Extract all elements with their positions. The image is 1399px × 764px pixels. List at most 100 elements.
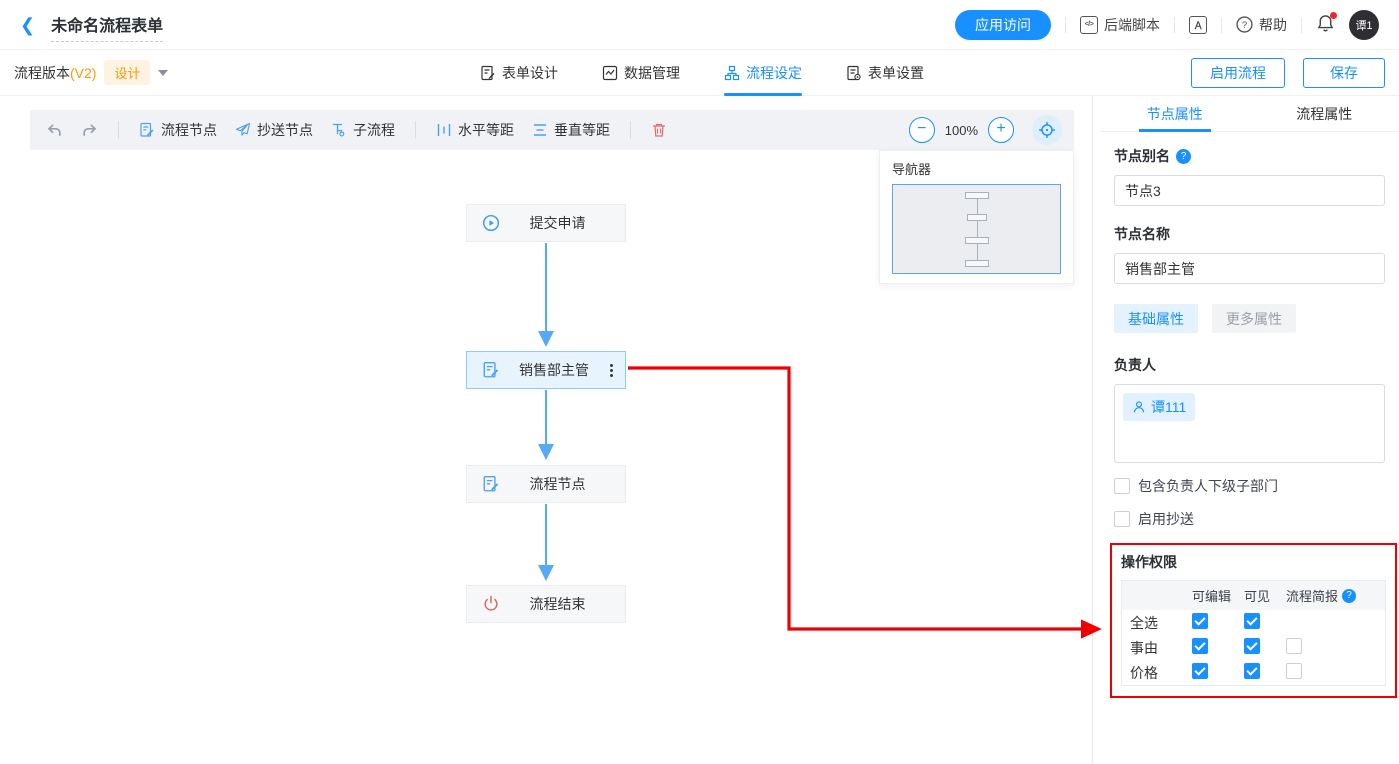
- backend-script-button[interactable]: </> 后端脚本: [1080, 15, 1160, 35]
- add-cc-node-button[interactable]: 抄送节点: [231, 120, 317, 140]
- tab-label: 表单设置: [868, 63, 924, 83]
- v-distribute-button[interactable]: 垂直等距: [528, 120, 614, 140]
- checkbox-price-visible[interactable]: [1244, 663, 1260, 679]
- person-icon: [1132, 400, 1146, 414]
- sub-dept-checkbox[interactable]: [1114, 478, 1130, 494]
- owner-box[interactable]: 谭111: [1114, 384, 1385, 463]
- brief-help-icon[interactable]: ?: [1342, 589, 1356, 603]
- property-buttons: 基础属性 更多属性: [1114, 304, 1385, 333]
- toolbar-label: 垂直等距: [554, 120, 610, 140]
- undo-button[interactable]: [42, 122, 67, 139]
- checkbox-price-brief[interactable]: [1286, 663, 1302, 679]
- zoom-in-button[interactable]: +: [988, 117, 1014, 143]
- checkbox-all-visible[interactable]: [1244, 613, 1260, 629]
- avatar[interactable]: 谭1: [1349, 10, 1379, 40]
- divider: [1221, 17, 1222, 33]
- code-icon: </>: [1080, 16, 1098, 34]
- node-label: 流程结束: [500, 594, 615, 614]
- toolbar-label: 水平等距: [458, 120, 514, 140]
- node-end[interactable]: 流程结束: [466, 585, 626, 623]
- node-menu-icon[interactable]: [608, 362, 615, 379]
- backend-script-label: 后端脚本: [1104, 15, 1160, 35]
- sub-dept-checkbox-row: 包含负责人下级子部门: [1114, 476, 1385, 496]
- node-flow[interactable]: 流程节点: [466, 465, 626, 503]
- add-flow-node-button[interactable]: 流程节点: [135, 120, 221, 140]
- alias-help-icon[interactable]: ?: [1176, 149, 1191, 164]
- tab-flow-properties[interactable]: 流程属性: [1250, 96, 1399, 131]
- tab-flow-setting[interactable]: 流程设定: [724, 50, 802, 96]
- toolbar-label: 流程节点: [161, 120, 217, 140]
- version-area: 流程版本(V2) 设计: [14, 60, 168, 85]
- divider: [415, 121, 416, 139]
- alias-label: 节点别名: [1114, 146, 1170, 166]
- divider: [118, 121, 119, 139]
- main-area: 流程节点 抄送节点 子流程 水平等距 垂直等距: [0, 96, 1399, 764]
- translate-icon: Ａ: [1189, 16, 1207, 34]
- main-tabs: 表单设计 数据管理 流程设定 表单设置: [480, 50, 924, 96]
- zoom-out-button[interactable]: −: [909, 117, 935, 143]
- cc-label: 启用抄送: [1138, 509, 1194, 529]
- checkbox-reason-visible[interactable]: [1244, 638, 1260, 654]
- canvas-toolbar: 流程节点 抄送节点 子流程 水平等距 垂直等距: [30, 110, 1074, 150]
- checkbox-price-editable[interactable]: [1192, 663, 1208, 679]
- locate-button[interactable]: [1032, 115, 1062, 145]
- notification-bell-icon[interactable]: [1316, 14, 1335, 36]
- node-label: 流程节点: [500, 474, 615, 494]
- back-icon[interactable]: ❮: [20, 16, 35, 34]
- mini-node: [965, 237, 989, 244]
- mini-node: [965, 192, 989, 199]
- tab-form-settings[interactable]: 表单设置: [846, 50, 924, 96]
- checkbox-reason-editable[interactable]: [1192, 638, 1208, 654]
- node-submit[interactable]: 提交申请: [466, 204, 626, 242]
- properties-panel: 节点属性 流程属性 节点别名 ? 节点名称 基础属性 更多属性 负责人: [1100, 96, 1399, 764]
- enable-flow-button[interactable]: 启用流程: [1191, 58, 1285, 88]
- owner-label: 负责人: [1114, 355, 1156, 375]
- chevron-down-icon[interactable]: [158, 70, 168, 76]
- permissions-title: 操作权限: [1121, 552, 1386, 572]
- name-input[interactable]: [1114, 253, 1385, 284]
- design-badge[interactable]: 设计: [104, 60, 150, 85]
- tab-data-manage[interactable]: 数据管理: [602, 50, 680, 96]
- divider: [1174, 17, 1175, 33]
- tab-node-properties[interactable]: 节点属性: [1100, 96, 1250, 131]
- more-props-button[interactable]: 更多属性: [1212, 304, 1296, 333]
- alias-input[interactable]: [1114, 175, 1385, 206]
- checkbox-reason-brief[interactable]: [1286, 638, 1302, 654]
- flow-canvas[interactable]: 流程节点 抄送节点 子流程 水平等距 垂直等距: [0, 96, 1093, 764]
- row-label: 价格: [1122, 663, 1192, 683]
- redo-button[interactable]: [77, 122, 102, 139]
- help-button[interactable]: ? 帮助: [1236, 15, 1287, 35]
- h-distribute-icon: [436, 122, 452, 138]
- navigator-minimap[interactable]: [892, 184, 1061, 274]
- undo-icon: [46, 122, 63, 139]
- perm-row-price: 价格: [1122, 660, 1385, 685]
- basic-props-button[interactable]: 基础属性: [1114, 304, 1198, 333]
- name-label: 节点名称: [1114, 224, 1170, 244]
- translate-button[interactable]: Ａ: [1189, 16, 1207, 34]
- cc-checkbox[interactable]: [1114, 511, 1130, 527]
- play-circle-icon: [482, 214, 500, 232]
- form-edit-icon: [482, 475, 500, 493]
- col-brief: 流程简报: [1286, 586, 1338, 605]
- col-editable: 可编辑: [1192, 586, 1244, 605]
- tab-form-design[interactable]: 表单设计: [480, 50, 558, 96]
- paper-plane-icon: [235, 122, 251, 138]
- h-distribute-button[interactable]: 水平等距: [432, 120, 518, 140]
- crosshair-icon: [1038, 121, 1056, 139]
- add-subflow-button[interactable]: 子流程: [327, 120, 399, 140]
- sub-header: 流程版本(V2) 设计 表单设计 数据管理 流程设定 表单设置 启用流程 保存: [0, 50, 1399, 96]
- delete-button[interactable]: [647, 122, 671, 138]
- app-access-button[interactable]: 应用访问: [955, 10, 1051, 40]
- toolbar-label: 抄送节点: [257, 120, 313, 140]
- cc-checkbox-row: 启用抄送: [1114, 509, 1385, 529]
- node-sales-manager[interactable]: 销售部主管: [466, 351, 626, 389]
- redo-icon: [81, 122, 98, 139]
- version-tag: (V2): [70, 65, 96, 81]
- name-label-row: 节点名称: [1114, 224, 1385, 244]
- svg-text:?: ?: [1242, 20, 1247, 31]
- data-manage-icon: [602, 65, 618, 81]
- owner-tag[interactable]: 谭111: [1123, 393, 1195, 421]
- save-button[interactable]: 保存: [1303, 58, 1385, 88]
- tab-label: 数据管理: [624, 63, 680, 83]
- checkbox-all-editable[interactable]: [1192, 613, 1208, 629]
